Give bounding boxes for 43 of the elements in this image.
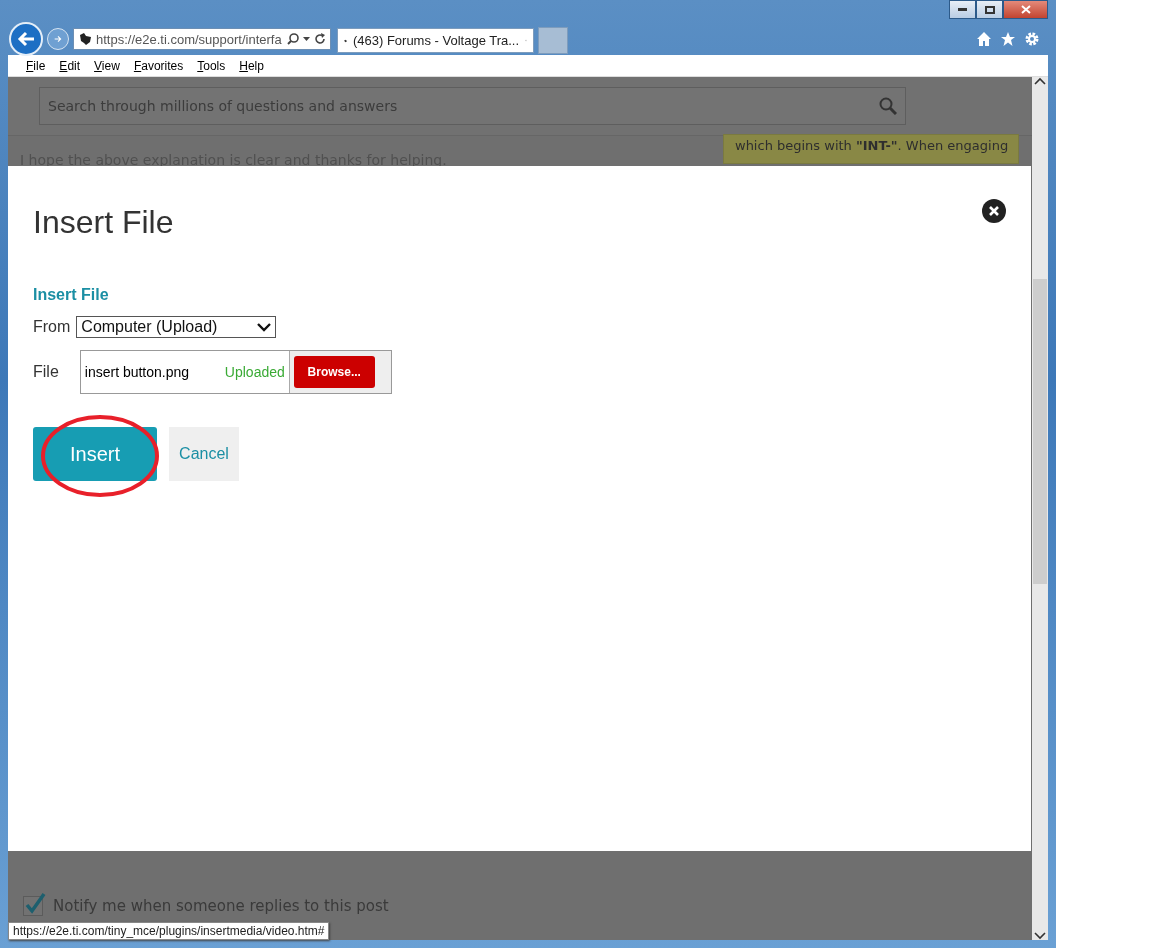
scrollbar[interactable] <box>1032 77 1048 940</box>
browser-tab[interactable]: (463) Forums - Voltage Tra... <box>337 28 534 53</box>
field-label: File <box>33 363 59 381</box>
upload-status: Uploaded <box>224 364 285 380</box>
forward-arrow-icon <box>54 34 62 44</box>
section-heading: Insert File <box>33 286 110 304</box>
address-text: https://e2e.ti.com/support/interfa <box>96 31 283 47</box>
notify-checkbox[interactable] <box>23 896 43 916</box>
file-field[interactable]: insert button.png Uploaded <box>80 351 290 393</box>
minimize-icon <box>958 8 967 11</box>
settings-icon[interactable] <box>1024 31 1040 47</box>
home-icon[interactable] <box>976 31 992 47</box>
scroll-thumb[interactable] <box>1033 279 1047 584</box>
menu-item[interactable]: File <box>26 58 46 73</box>
menu-item[interactable]: Help <box>239 58 264 73</box>
search-icon[interactable] <box>287 33 299 45</box>
close-button[interactable] <box>982 199 1006 223</box>
dropdown-caret-icon[interactable] <box>303 37 310 41</box>
back-arrow-icon <box>17 31 35 47</box>
status-url-tooltip: https://e2e.ti.com/tiny_mce/plugins/insertmedia/video.htm# <box>8 922 330 940</box>
field-label: From <box>33 318 71 336</box>
maximize-icon <box>984 5 995 14</box>
dialog-title: Insert File <box>33 204 174 241</box>
close-button[interactable] <box>1003 0 1048 19</box>
file-name: insert button.png <box>84 364 190 380</box>
menu-item[interactable]: View <box>94 58 120 73</box>
tab-title: (463) Forums - Voltage Tra... <box>352 33 520 48</box>
maximize-button[interactable] <box>976 0 1003 19</box>
scroll-up-icon[interactable] <box>1034 77 1046 85</box>
menu-item[interactable]: Favorites <box>133 58 184 73</box>
forward-button[interactable] <box>47 28 69 50</box>
browse-button[interactable]: Browse... <box>293 356 375 388</box>
minimize-button[interactable] <box>949 0 976 19</box>
refresh-icon[interactable] <box>314 33 326 45</box>
source-dropdown[interactable]: Computer (Upload) <box>76 316 277 338</box>
menu-item[interactable]: Tools <box>197 58 226 73</box>
menu-item[interactable]: Edit <box>59 58 81 73</box>
note-text: which begins with "INT-". When engaging <box>723 134 1019 164</box>
scroll-down-icon[interactable] <box>1034 932 1046 940</box>
address-bar[interactable]: https://e2e.ti.com/support/interfa <box>73 28 331 50</box>
chevron-down-icon <box>257 322 272 332</box>
star-icon[interactable] <box>1000 31 1016 47</box>
back-button[interactable] <box>9 22 43 56</box>
